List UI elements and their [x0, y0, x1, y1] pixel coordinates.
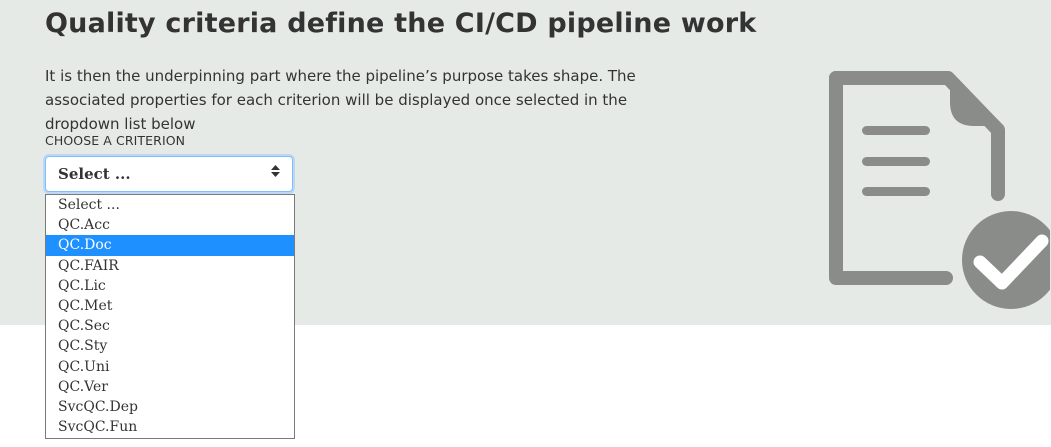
criterion-options-list[interactable]: Select ... QC.Acc QC.Doc QC.FAIR QC.Lic QC.Me… [45, 194, 295, 439]
sort-arrows-icon [271, 165, 280, 177]
criterion-option[interactable]: QC.Acc [46, 215, 294, 235]
criterion-option[interactable]: SvcQC.Fun [46, 417, 294, 437]
intro-text: It is then the underpinning part where t… [45, 67, 636, 133]
criterion-option[interactable]: SvcQC.Dep [46, 397, 294, 417]
document-checkmark-icon [829, 71, 1050, 309]
criterion-option[interactable]: QC.FAIR [46, 256, 294, 276]
criterion-option[interactable]: QC.Sty [46, 336, 294, 356]
criterion-select[interactable]: Select ... [45, 156, 293, 192]
criterion-option[interactable]: QC.Ver [46, 377, 294, 397]
criterion-option[interactable]: Select ... [46, 195, 294, 215]
criterion-option[interactable]: QC.Lic [46, 276, 294, 296]
criterion-option[interactable]: QC.Uni [46, 357, 294, 377]
page-title: Quality criteria define the CI/CD pipeli… [45, 8, 757, 39]
criterion-label: CHOOSE A CRITERION [45, 133, 186, 148]
criterion-option[interactable]: QC.Met [46, 296, 294, 316]
criterion-option[interactable]: QC.Doc [46, 235, 294, 256]
criterion-option[interactable]: QC.Sec [46, 316, 294, 336]
criterion-select-value: Select ... [58, 165, 131, 183]
